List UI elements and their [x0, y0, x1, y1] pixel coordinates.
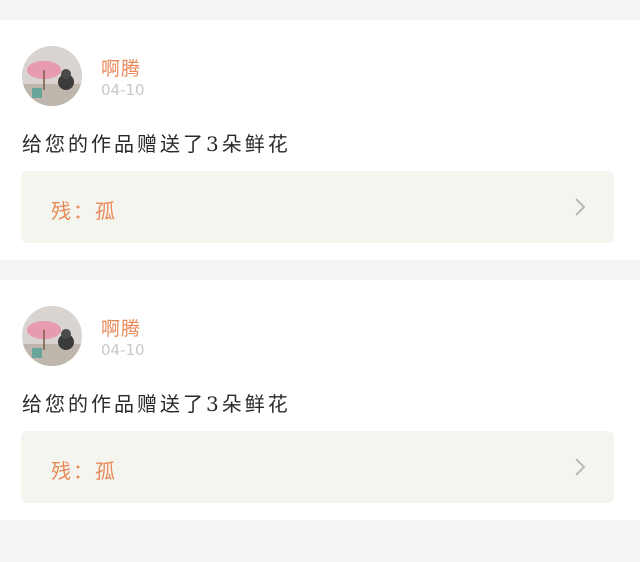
- work-link[interactable]: 残：孤: [21, 171, 614, 243]
- chevron-right-icon: [575, 198, 586, 216]
- separator: [0, 520, 640, 542]
- avatar[interactable]: [22, 46, 82, 106]
- gift-message: 给您的作品赠送了3朵鲜花: [22, 132, 291, 156]
- work-link[interactable]: 残：孤: [21, 431, 614, 503]
- user-name[interactable]: 啊腾: [101, 314, 141, 341]
- gift-notification-card: 啊腾 04-10 给您的作品赠送了3朵鲜花 残：孤: [0, 280, 640, 520]
- gift-notification-card: 啊腾 04-10 给您的作品赠送了3朵鲜花 残：孤: [0, 20, 640, 260]
- chevron-right-icon: [575, 458, 586, 476]
- avatar[interactable]: [22, 306, 82, 366]
- user-name[interactable]: 啊腾: [101, 54, 141, 81]
- separator: [0, 0, 640, 20]
- gift-message: 给您的作品赠送了3朵鲜花: [22, 392, 291, 416]
- avatar-image: [22, 306, 82, 366]
- avatar-image: [22, 46, 82, 106]
- work-title: 残：孤: [51, 199, 117, 223]
- separator: [0, 260, 640, 280]
- work-title: 残：孤: [51, 459, 117, 483]
- post-date: 04-10: [101, 341, 145, 359]
- post-date: 04-10: [101, 81, 145, 99]
- notification-feed: 啊腾 04-10 给您的作品赠送了3朵鲜花 残：孤 啊腾 04-10 给您的作品: [0, 0, 640, 562]
